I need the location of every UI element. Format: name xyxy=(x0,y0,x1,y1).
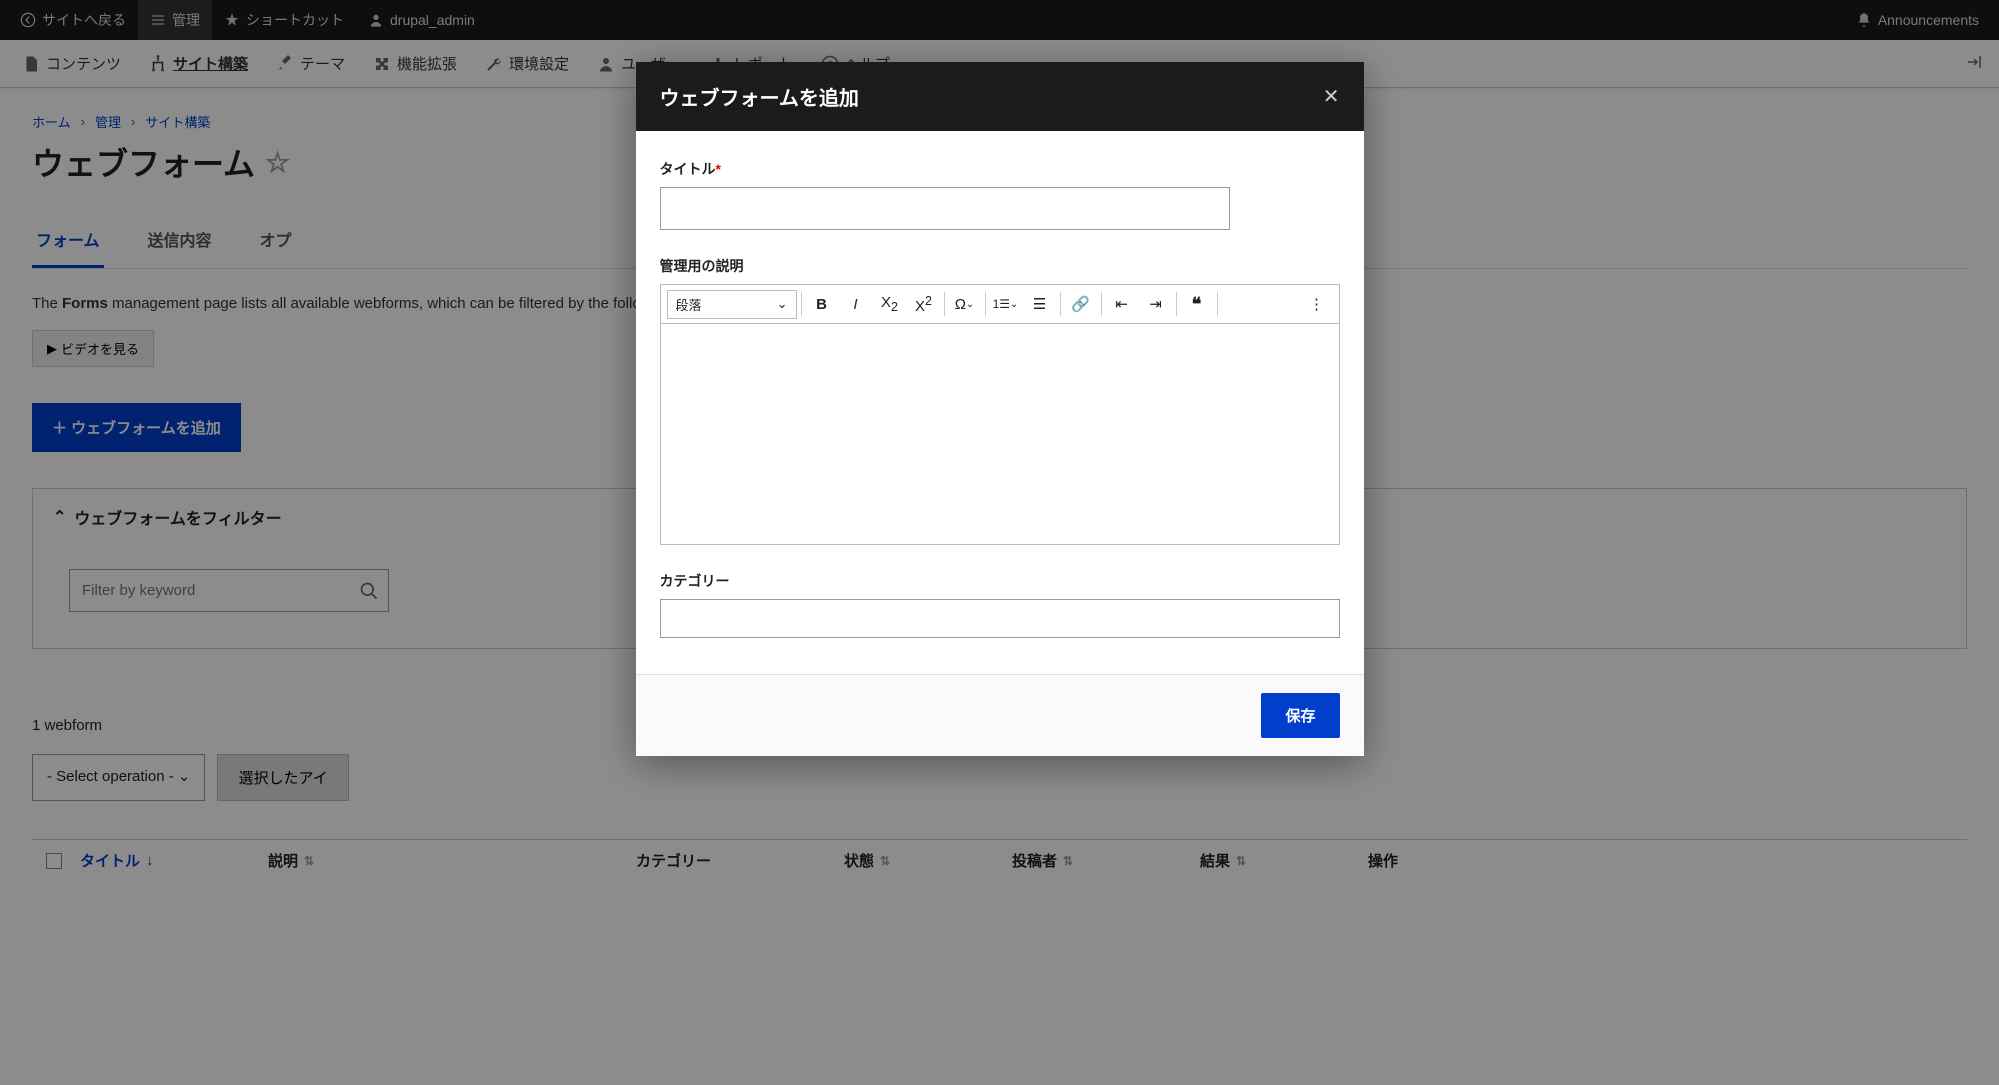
ordered-list-icon: 1☰ xyxy=(993,297,1010,311)
subscript-icon: X2 xyxy=(881,294,898,314)
omega-icon: Ω xyxy=(955,296,966,313)
ordered-list-button[interactable]: 1☰⌄ xyxy=(990,289,1022,319)
superscript-button[interactable]: X2 xyxy=(908,289,940,319)
kebab-icon: ⋮ xyxy=(1309,295,1324,313)
separator xyxy=(1176,292,1177,316)
separator xyxy=(985,292,986,316)
indent-icon: ⇥ xyxy=(1149,295,1162,313)
separator xyxy=(1101,292,1102,316)
description-label: 管理用の説明 xyxy=(660,256,1340,276)
separator xyxy=(944,292,945,316)
required-icon: * xyxy=(716,161,721,177)
add-webform-dialog: ウェブフォームを追加 ✕ タイトル* 管理用の説明 段落 ⌄ B I X2 X2… xyxy=(636,62,1364,756)
dialog-header: ウェブフォームを追加 ✕ xyxy=(636,62,1364,131)
save-button[interactable]: 保存 xyxy=(1261,693,1339,738)
italic-icon: I xyxy=(853,296,857,313)
outdent-button[interactable]: ⇤ xyxy=(1106,289,1138,319)
link-icon: 🔗 xyxy=(1071,295,1090,313)
editor-toolbar: 段落 ⌄ B I X2 X2 Ω⌄ 1☰⌄ ☰ 🔗 ⇤ ⇥ ❝ xyxy=(661,285,1339,324)
link-button[interactable]: 🔗 xyxy=(1065,289,1097,319)
category-input[interactable] xyxy=(660,599,1340,638)
bold-icon: B xyxy=(816,296,827,313)
chevron-down-icon: ⌄ xyxy=(966,299,974,310)
category-label: カテゴリー xyxy=(660,571,1340,591)
blockquote-button[interactable]: ❝ xyxy=(1181,289,1213,319)
more-button[interactable]: ⋮ xyxy=(1301,289,1333,319)
bold-button[interactable]: B xyxy=(806,289,838,319)
title-input[interactable] xyxy=(660,187,1230,230)
chevron-down-icon: ⌄ xyxy=(777,296,788,312)
editor-textarea[interactable] xyxy=(661,324,1339,544)
subscript-button[interactable]: X2 xyxy=(874,289,906,319)
indent-button[interactable]: ⇥ xyxy=(1140,289,1172,319)
separator xyxy=(1060,292,1061,316)
outdent-icon: ⇤ xyxy=(1115,295,1128,313)
separator xyxy=(1217,292,1218,316)
italic-button[interactable]: I xyxy=(840,289,872,319)
close-button[interactable]: ✕ xyxy=(1323,84,1340,109)
special-char-button[interactable]: Ω⌄ xyxy=(949,289,981,319)
title-label: タイトル* xyxy=(660,159,1340,179)
dialog-footer: 保存 xyxy=(636,674,1364,756)
rich-text-editor: 段落 ⌄ B I X2 X2 Ω⌄ 1☰⌄ ☰ 🔗 ⇤ ⇥ ❝ xyxy=(660,284,1340,545)
bullet-list-button[interactable]: ☰ xyxy=(1024,289,1056,319)
heading-select[interactable]: 段落 ⌄ xyxy=(667,290,797,319)
superscript-icon: X2 xyxy=(915,294,932,315)
quote-icon: ❝ xyxy=(1192,294,1202,315)
bullet-list-icon: ☰ xyxy=(1033,295,1046,313)
dialog-body: タイトル* 管理用の説明 段落 ⌄ B I X2 X2 Ω⌄ 1☰⌄ ☰ xyxy=(636,131,1364,674)
dialog-title: ウェブフォームを追加 xyxy=(660,82,859,111)
chevron-down-icon: ⌄ xyxy=(1010,299,1018,310)
separator xyxy=(801,292,802,316)
close-icon: ✕ xyxy=(1323,86,1340,108)
